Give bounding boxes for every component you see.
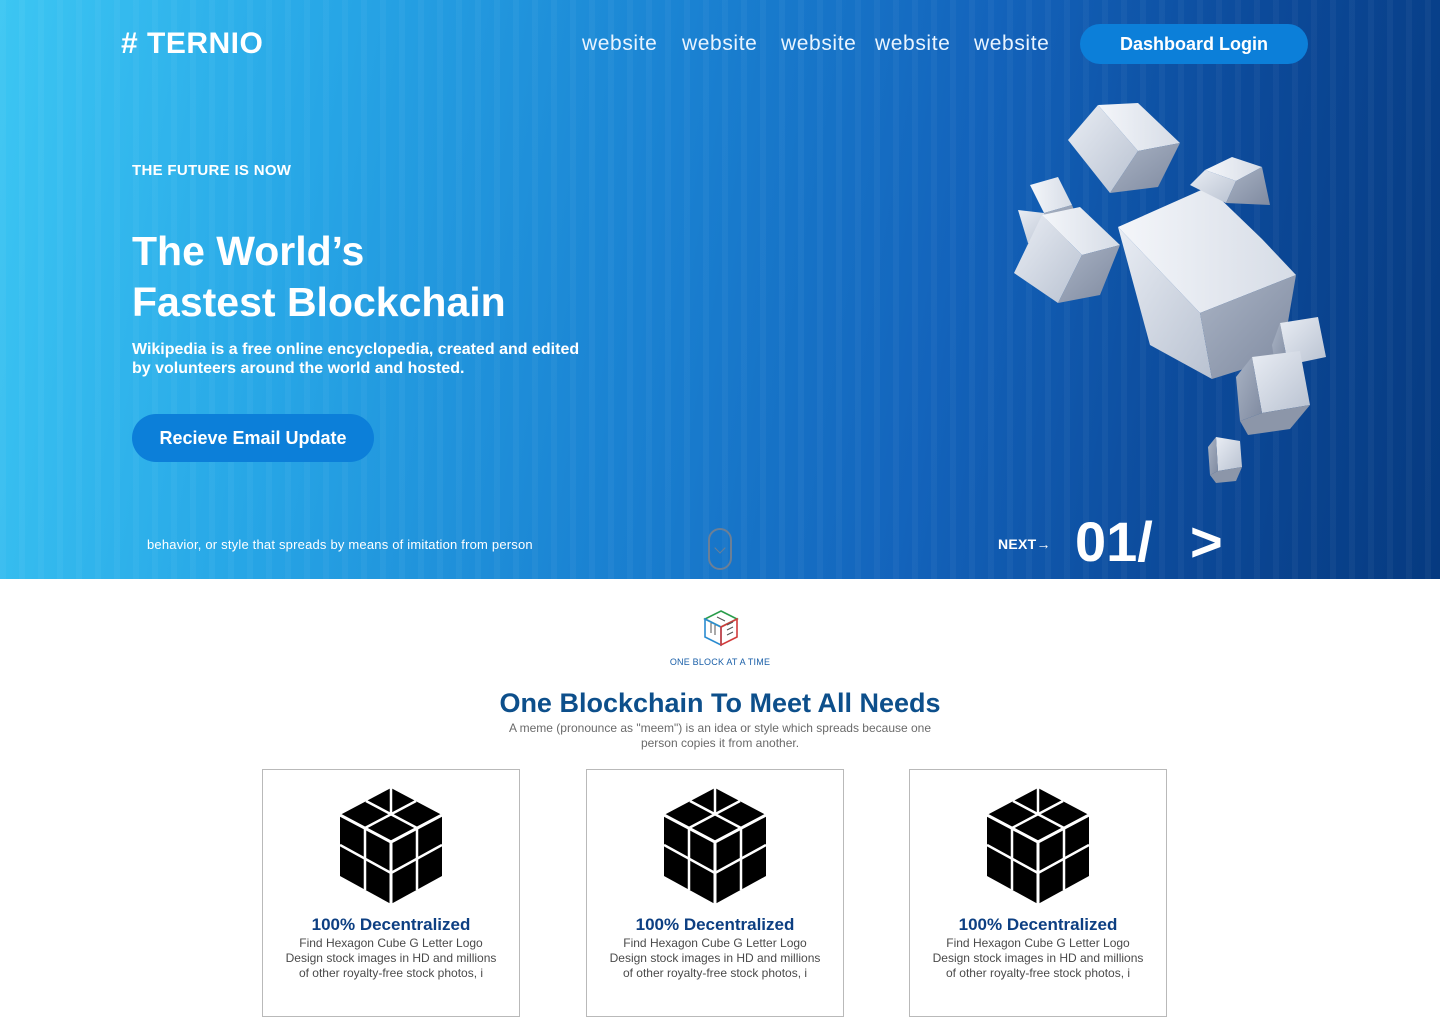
- nav-link-2[interactable]: website: [682, 30, 757, 58]
- hero-headline: The World’s Fastest Blockchain: [132, 226, 652, 328]
- dashboard-login-button[interactable]: Dashboard Login: [1080, 24, 1308, 64]
- cube-large: [1118, 187, 1296, 379]
- card-description: Find Hexagon Cube G Letter Logo Design s…: [285, 936, 497, 980]
- site-logo[interactable]: # TERNIO: [121, 24, 263, 64]
- card-description: Find Hexagon Cube G Letter Logo Design s…: [609, 936, 821, 980]
- hero-headline-line-2: Fastest Blockchain: [132, 279, 506, 325]
- section-title: One Blockchain To Meet All Needs: [499, 688, 941, 718]
- nav-link-1[interactable]: website: [582, 30, 657, 58]
- card-title: 100% Decentralized: [635, 915, 795, 934]
- cube-top: [1068, 103, 1180, 193]
- scroll-down-icon[interactable]: [708, 528, 732, 570]
- feature-card-1[interactable]: 100% Decentralized Find Hexagon Cube G L…: [262, 769, 520, 1017]
- slide-counter: 01/: [1075, 510, 1153, 573]
- cube-bottom-small: [1208, 437, 1242, 483]
- cube-icon: [340, 788, 442, 904]
- next-label: NEXT: [998, 536, 1037, 552]
- hero-section: # TERNIO website website website website…: [0, 0, 1440, 579]
- cube-icon: [987, 788, 1089, 904]
- hero-headline-line-1: The World’s: [132, 228, 365, 274]
- section-description: A meme (pronounce as "meem") is an idea …: [508, 721, 932, 750]
- ternio-cube-logo-icon: [703, 610, 739, 647]
- cube-right-mid: [1236, 351, 1310, 435]
- card-description: Find Hexagon Cube G Letter Logo Design s…: [932, 936, 1144, 980]
- feature-card-3[interactable]: 100% Decentralized Find Hexagon Cube G L…: [909, 769, 1167, 1017]
- chevron-down-icon: [714, 542, 726, 554]
- email-update-button[interactable]: Recieve Email Update: [132, 414, 374, 462]
- nav-link-5[interactable]: website: [974, 30, 1049, 58]
- next-slide-link[interactable]: NEXT→: [998, 536, 1051, 552]
- hero-footnote: behavior, or style that spreads by means…: [147, 537, 533, 552]
- arrow-right-icon: →: [1036, 536, 1051, 552]
- feature-card-2[interactable]: 100% Decentralized Find Hexagon Cube G L…: [586, 769, 844, 1017]
- nav-link-4[interactable]: website: [875, 30, 950, 58]
- hero-subtitle: Wikipedia is a free online encyclopedia,…: [132, 341, 580, 377]
- cube-icon: [664, 788, 766, 904]
- floating-cubes-illustration: [1014, 103, 1326, 483]
- section-tagline: ONE BLOCK AT A TIME: [669, 657, 771, 667]
- nav-link-3[interactable]: website: [781, 30, 856, 58]
- next-slide-arrow[interactable]: >: [1190, 510, 1223, 574]
- card-title: 100% Decentralized: [958, 915, 1118, 934]
- hero-kicker: THE FUTURE IS NOW: [132, 162, 292, 179]
- card-title: 100% Decentralized: [311, 915, 471, 934]
